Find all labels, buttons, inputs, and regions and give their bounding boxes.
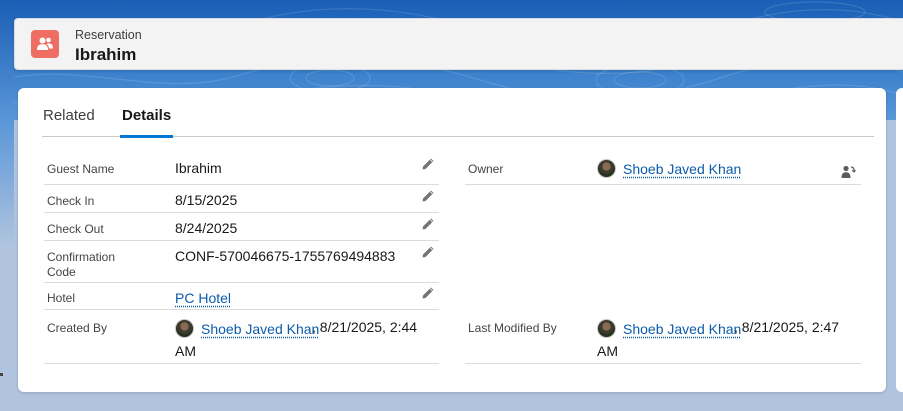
owner-label: Owner [468, 162, 504, 176]
check-in-value: 8/15/2025 [175, 192, 238, 208]
check-out-value: 8/24/2025 [175, 220, 238, 236]
tab-bar: Related Details [42, 104, 874, 138]
change-owner-icon[interactable] [840, 164, 856, 180]
field-divider [44, 282, 439, 283]
last-modified-by-user-link[interactable]: Shoeb Javed Khan [623, 320, 741, 338]
field-divider [44, 309, 439, 310]
record-title: Ibrahim [75, 45, 137, 64]
tab-related[interactable]: Related [43, 107, 95, 137]
field-divider [44, 212, 439, 213]
guest-name-label: Guest Name [47, 162, 115, 176]
confirmation-code-label-line2: Code [47, 265, 76, 279]
owner-user-link[interactable]: Shoeb Javed Khan [623, 160, 741, 178]
edit-pencil-icon[interactable] [421, 286, 435, 300]
created-by-date-line2: AM [175, 343, 196, 359]
left-edge-strip [0, 0, 14, 411]
edit-pencil-icon[interactable] [421, 157, 435, 171]
hotel-label: Hotel [47, 291, 76, 305]
reservation-people-icon [31, 30, 59, 58]
tab-details[interactable]: Details [120, 107, 174, 138]
field-divider [44, 240, 439, 241]
confirmation-code-label-line1: Confirmation [47, 250, 116, 264]
hotel-link[interactable]: PC Hotel [175, 289, 231, 307]
check-out-label: Check Out [47, 222, 104, 236]
created-by-user-link[interactable]: Shoeb Javed Khan [201, 320, 319, 338]
last-modified-by-date-line2: AM [597, 343, 618, 359]
last-modified-by-label: Last Modified By [468, 321, 557, 335]
adjacent-panel-edge [896, 88, 903, 392]
check-in-label: Check In [47, 194, 95, 208]
created-by-date: , 8/21/2025, 2:44 [312, 319, 418, 335]
object-type-label: Reservation [75, 28, 142, 42]
details-card: Related Details Guest Name Ibrahim Check… [18, 88, 886, 392]
field-divider [465, 184, 861, 185]
edit-pencil-icon[interactable] [421, 217, 435, 231]
user-avatar [175, 319, 194, 338]
field-divider [465, 363, 861, 364]
edit-pencil-icon[interactable] [421, 245, 435, 259]
edit-pencil-icon[interactable] [421, 189, 435, 203]
guest-name-value: Ibrahim [175, 160, 222, 176]
left-edge-marker [0, 373, 3, 376]
field-divider [44, 363, 439, 364]
user-avatar [597, 319, 616, 338]
created-by-label: Created By [47, 321, 108, 335]
last-modified-by-date: , 8/21/2025, 2:47 [734, 319, 840, 335]
field-divider [44, 184, 439, 185]
user-avatar [597, 159, 616, 178]
record-header: Reservation Ibrahim [14, 18, 903, 70]
confirmation-code-value: CONF-570046675-1755769494883 [175, 248, 396, 264]
